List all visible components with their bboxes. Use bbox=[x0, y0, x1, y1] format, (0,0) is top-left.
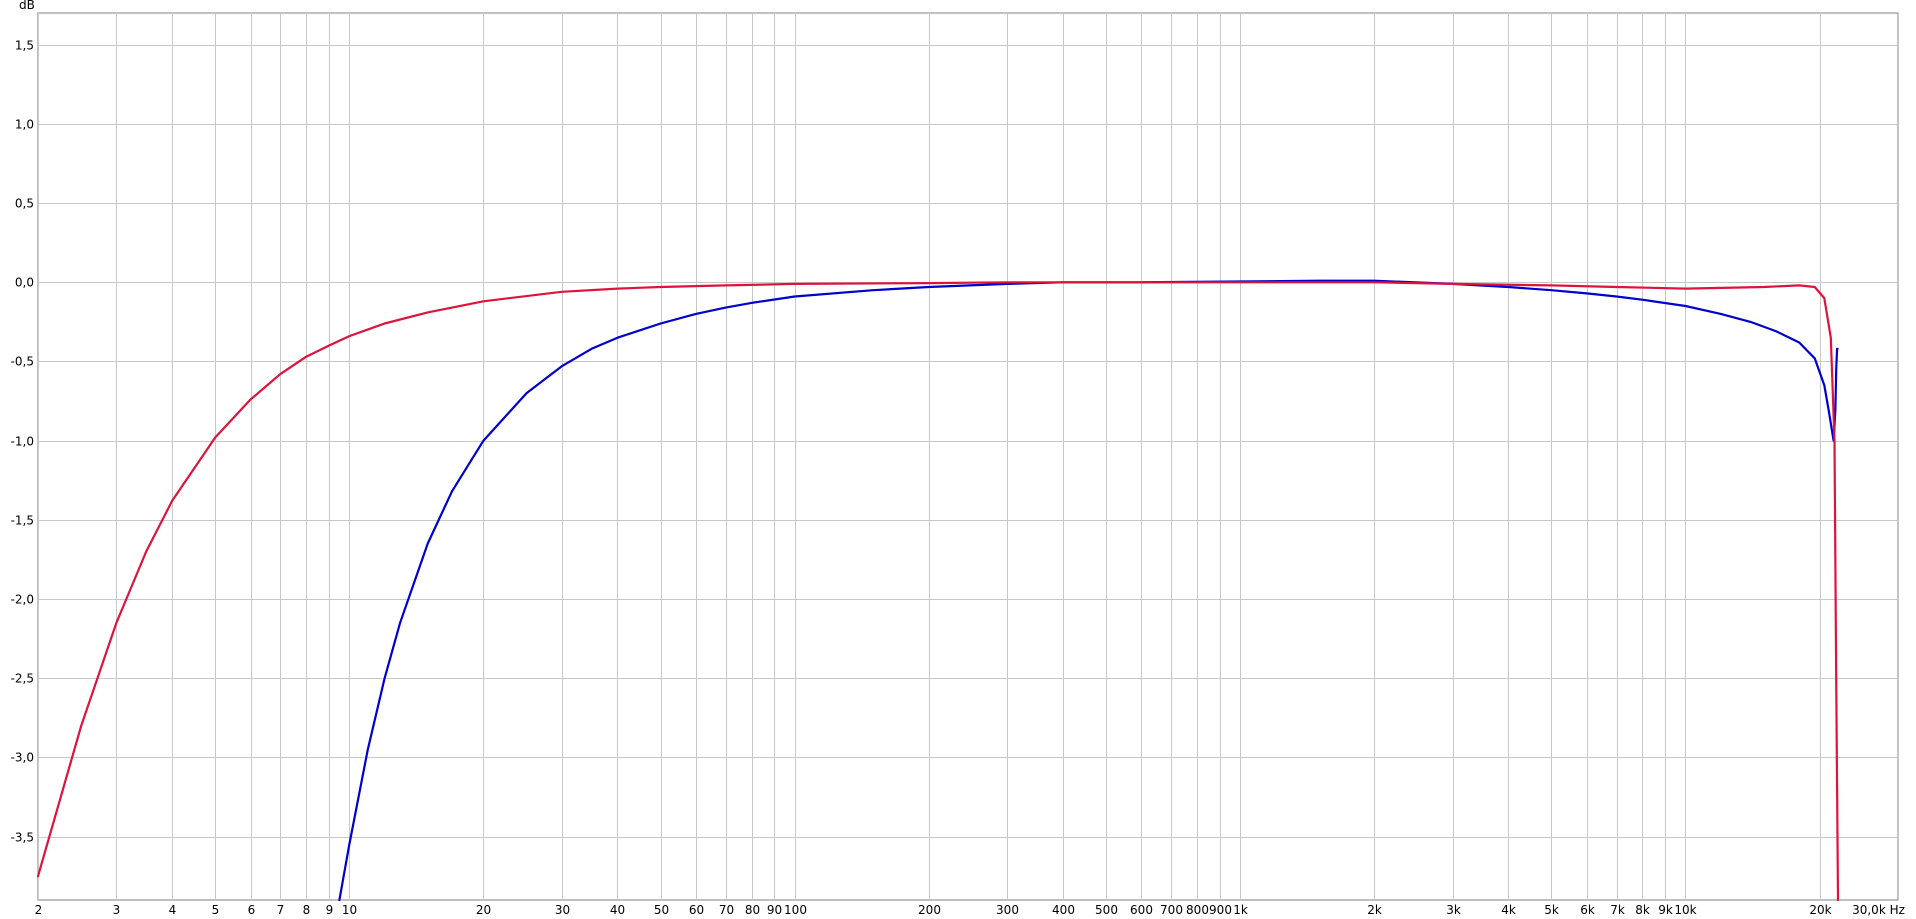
y-tick-label: -2,5 bbox=[11, 672, 34, 686]
y-tick-label: 0,5 bbox=[15, 197, 34, 211]
x-tick-label: 9k bbox=[1658, 903, 1673, 917]
x-tick-label: 3k bbox=[1446, 903, 1461, 917]
x-tick-label: 5 bbox=[212, 903, 220, 917]
x-tick-label: 2k bbox=[1367, 903, 1382, 917]
x-tick-label: 5k bbox=[1544, 903, 1559, 917]
x-tick-label: 100 bbox=[784, 903, 807, 917]
x-tick-label: 4k bbox=[1501, 903, 1516, 917]
y-tick-label: -1,0 bbox=[11, 435, 34, 449]
x-tick-label: 80 bbox=[745, 903, 760, 917]
x-tick-label: 600 bbox=[1130, 903, 1153, 917]
x-tick-label: 200 bbox=[918, 903, 941, 917]
x-tick-label: 1k bbox=[1233, 903, 1248, 917]
x-tick-label: 400 bbox=[1052, 903, 1075, 917]
y-tick-label: -3,5 bbox=[11, 831, 34, 845]
y-tick-label: 1,5 bbox=[15, 39, 34, 53]
y-tick-label: -2,0 bbox=[11, 593, 34, 607]
x-tick-label: 2 bbox=[35, 903, 43, 917]
x-tick-label: 30 bbox=[555, 903, 570, 917]
x-tick-label: 6 bbox=[248, 903, 256, 917]
y-tick-label: -1,5 bbox=[11, 514, 34, 528]
x-tick-label: 500 bbox=[1095, 903, 1118, 917]
x-tick-label: 40 bbox=[610, 903, 625, 917]
x-tick-label: 70 bbox=[719, 903, 734, 917]
x-tick-label: 3 bbox=[113, 903, 121, 917]
x-tick-label: 700 bbox=[1160, 903, 1183, 917]
x-tick-label: 10k bbox=[1674, 903, 1696, 917]
y-tick-labels: 1,5 1,0 0,5 0,0 -0,5 -1,0 -1,5 -2,0 -2,5 -3,0 -3,5 bbox=[11, 39, 34, 845]
x-tick-label: 30,0k Hz bbox=[1852, 903, 1905, 917]
x-tick-label: 20 bbox=[476, 903, 491, 917]
x-tick-label: 4 bbox=[169, 903, 177, 917]
y-unit-label: dB bbox=[19, 0, 35, 12]
frequency-response-chart: 2 3 4 5 6 7 8 9 10 20 30 40 50 60 70 80 90 100 200 300 400 50… bbox=[11, 0, 1905, 917]
x-tick-label: 90 bbox=[767, 903, 782, 917]
x-tick-label: 7 bbox=[277, 903, 285, 917]
x-tick-label: 8k bbox=[1635, 903, 1650, 917]
x-tick-label: 20k bbox=[1809, 903, 1831, 917]
x-tick-label: 8 bbox=[303, 903, 311, 917]
plot-frame bbox=[37, 12, 1899, 901]
x-tick-labels: 2 3 4 5 6 7 8 9 10 20 30 40 50 60 70 80 90 100 200 300 400 50… bbox=[35, 903, 1905, 917]
y-tick-label: -3,0 bbox=[11, 751, 34, 765]
x-tick-label: 300 bbox=[996, 903, 1019, 917]
x-tick-label: 10 bbox=[342, 903, 357, 917]
y-tick-label: -0,5 bbox=[11, 355, 34, 369]
y-tick-label: 1,0 bbox=[15, 118, 34, 132]
x-tick-label: 6k bbox=[1580, 903, 1595, 917]
x-tick-label: 50 bbox=[654, 903, 669, 917]
x-tick-label: 800 bbox=[1186, 903, 1209, 917]
x-tick-label: 60 bbox=[689, 903, 704, 917]
x-tick-label: 900 bbox=[1209, 903, 1232, 917]
x-tick-label: 9 bbox=[326, 903, 334, 917]
y-tick-label: 0,0 bbox=[15, 276, 34, 290]
plot-area bbox=[37, 12, 1899, 901]
x-tick-label: 7k bbox=[1610, 903, 1625, 917]
